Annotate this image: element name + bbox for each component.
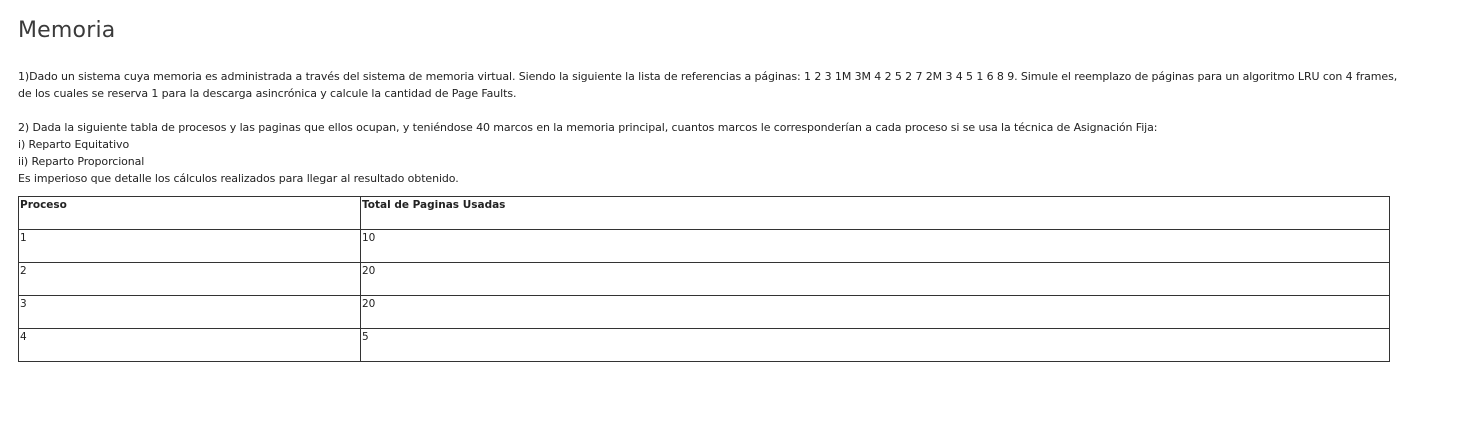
header-proceso: Proceso (18, 196, 361, 230)
table-row: 1 10 (18, 229, 1390, 263)
cell-paginas: 10 (360, 229, 1390, 263)
cell-proceso: 2 (18, 262, 361, 296)
question-2-note: Es imperioso que detalle los cálculos re… (18, 172, 459, 185)
table-header-row: Proceso Total de Paginas Usadas (18, 196, 1390, 230)
process-table: Proceso Total de Paginas Usadas 1 10 2 2… (18, 196, 1390, 362)
question-1-text: 1)Dado un sistema cuya memoria es admini… (18, 70, 1398, 100)
cell-proceso: 4 (18, 328, 361, 362)
table-row: 3 20 (18, 295, 1390, 329)
cell-proceso: 1 (18, 229, 361, 263)
option-proportional: ii) Reparto Proporcional (18, 155, 145, 168)
cell-paginas: 20 (360, 295, 1390, 329)
question-2: 2) Dada la siguiente tabla de procesos y… (18, 119, 1418, 187)
table-row: 4 5 (18, 328, 1390, 362)
page-title: Memoria (18, 18, 116, 43)
page-content: Memoria 1)Dado un sistema cuya memoria e… (18, 0, 1418, 362)
table-row: 2 20 (18, 262, 1390, 296)
cell-paginas: 5 (360, 328, 1390, 362)
question-2-intro: 2) Dada la siguiente tabla de procesos y… (18, 121, 1158, 134)
header-total-paginas: Total de Paginas Usadas (360, 196, 1390, 230)
cell-proceso: 3 (18, 295, 361, 329)
cell-paginas: 20 (360, 262, 1390, 296)
option-equitative: i) Reparto Equitativo (18, 138, 130, 151)
